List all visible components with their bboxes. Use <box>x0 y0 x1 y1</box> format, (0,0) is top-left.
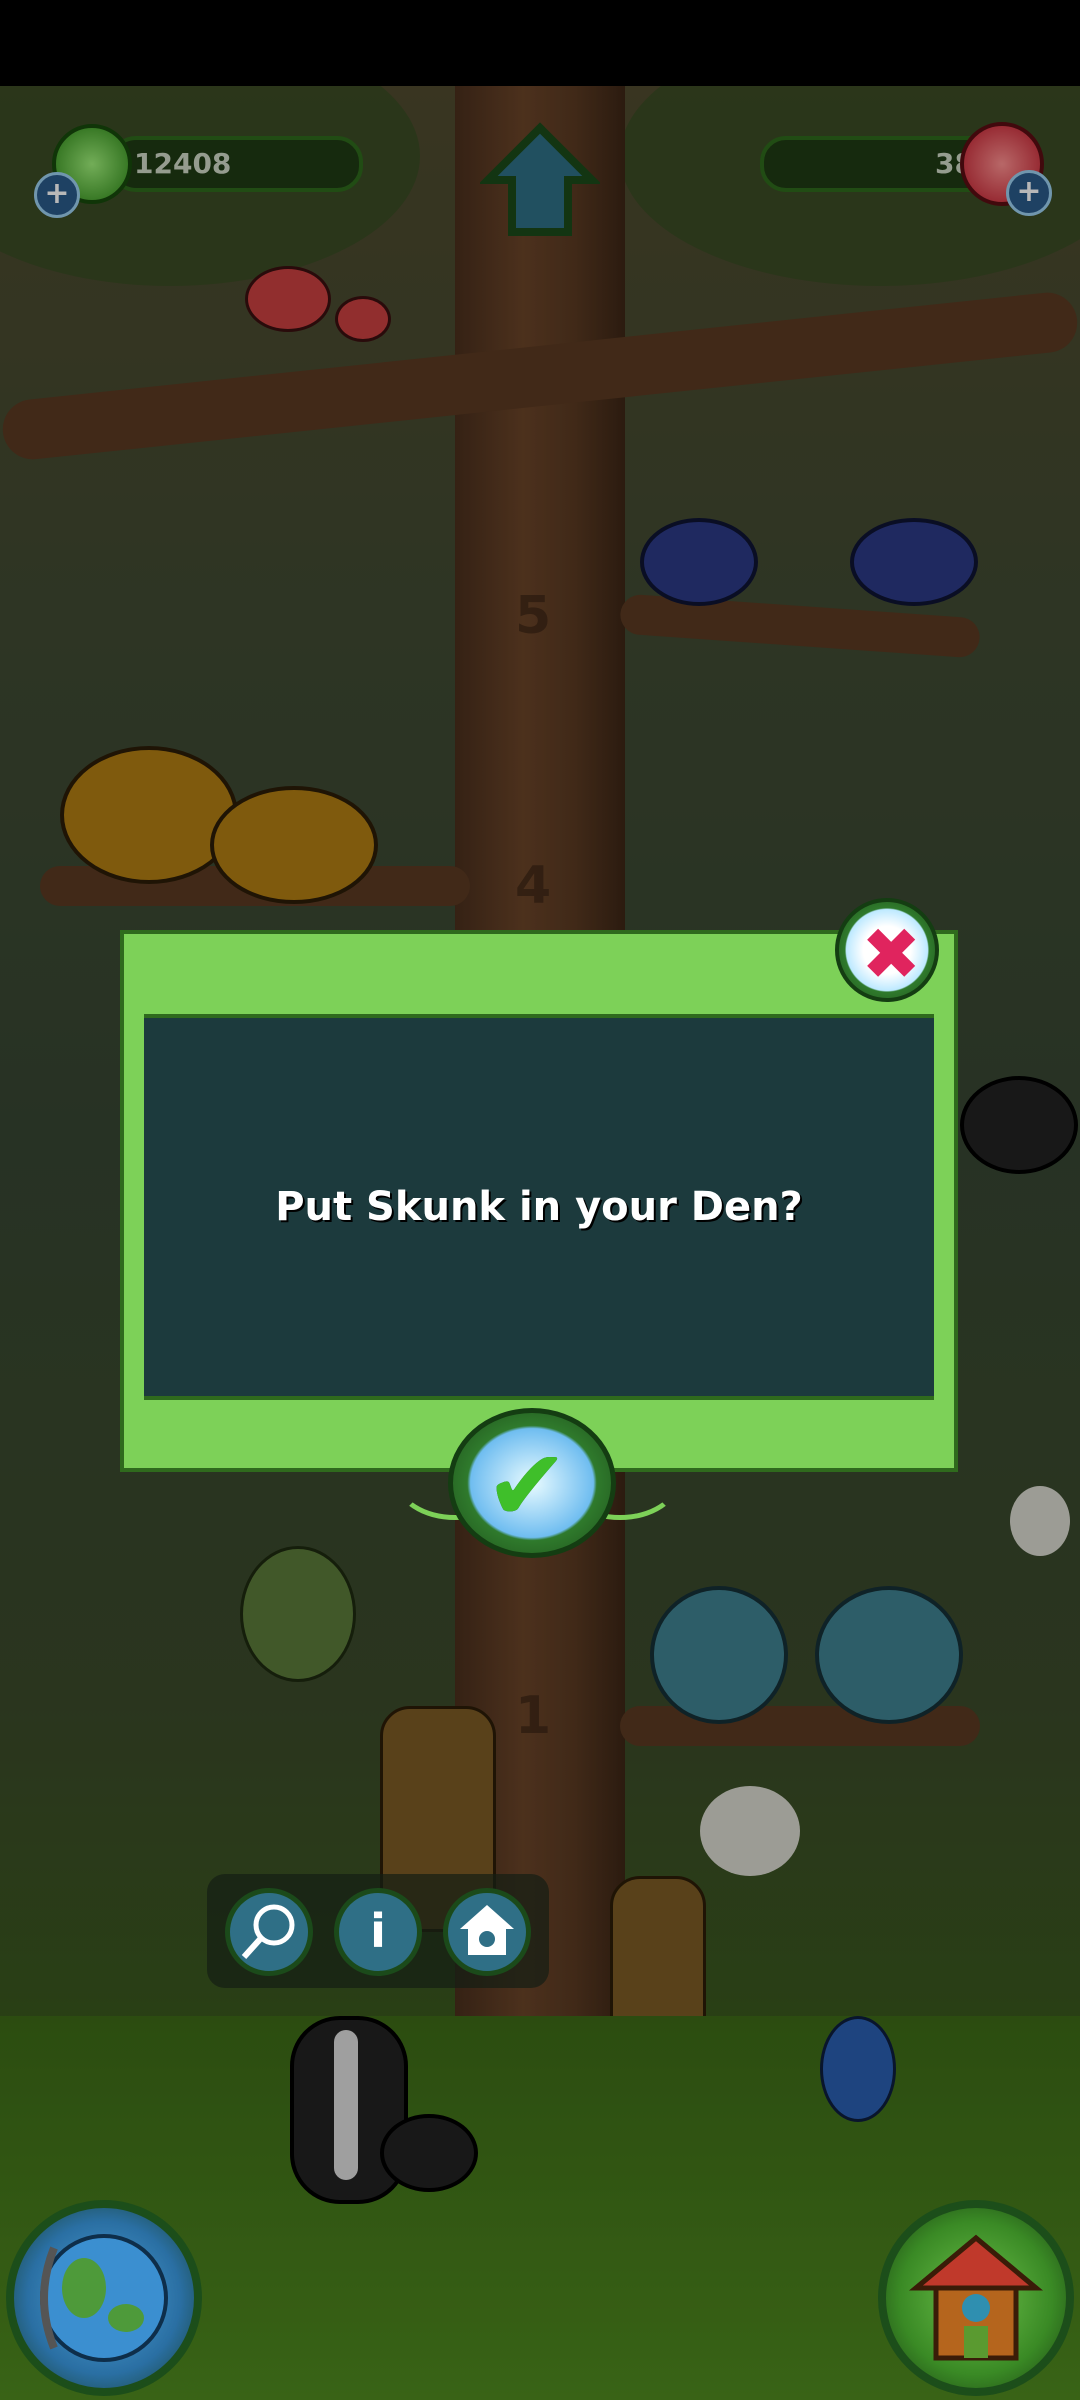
net-icon <box>241 1904 295 1960</box>
confirm-dialog: Put Skunk in your Den? <box>120 930 958 1472</box>
close-x-icon: ✖ <box>861 912 922 996</box>
creature-action-bar: i <box>207 1874 549 1988</box>
den-house-icon <box>460 1905 514 1955</box>
close-button[interactable]: ✖ <box>835 898 939 1002</box>
dialog-message: Put Skunk in your Den? <box>275 1184 803 1230</box>
globe-icon <box>40 2234 168 2362</box>
treehouse-button[interactable] <box>878 2200 1074 2396</box>
status-bar <box>0 0 1080 86</box>
treehouse-icon <box>909 2234 1043 2361</box>
dialog-message-panel: Put Skunk in your Den? <box>144 1014 934 1400</box>
net-button[interactable] <box>225 1888 313 1976</box>
info-button[interactable]: i <box>334 1888 422 1976</box>
info-icon: i <box>370 1904 386 1958</box>
world-map-button[interactable] <box>6 2200 202 2396</box>
checkmark-icon: ✔ <box>485 1427 569 1544</box>
confirm-button[interactable]: ✔ <box>448 1408 616 1558</box>
den-button[interactable] <box>443 1888 531 1976</box>
